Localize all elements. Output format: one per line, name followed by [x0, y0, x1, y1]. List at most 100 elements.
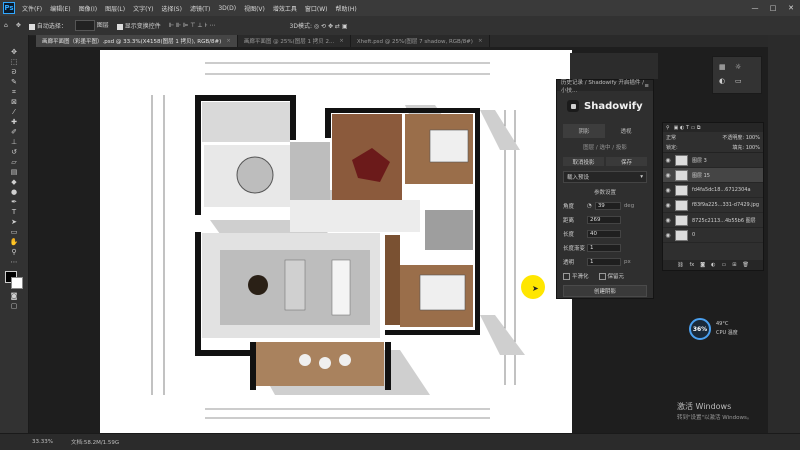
eye-icon[interactable]: ◉: [663, 217, 673, 224]
adjust-icon[interactable]: ◐: [719, 77, 725, 85]
zoom-level[interactable]: 33.33%: [32, 439, 53, 445]
document-canvas[interactable]: [100, 50, 572, 433]
zoom-tool-icon[interactable]: ⚲: [2, 247, 26, 257]
filter-icons[interactable]: ▣ ◐ T ▭ ⧉: [674, 125, 701, 131]
screen-mode-icon[interactable]: ▢: [2, 301, 26, 311]
marquee-tool-icon[interactable]: ⬚: [2, 57, 26, 67]
menu-filter[interactable]: 滤镜(T): [186, 4, 214, 13]
type-tool-icon[interactable]: T: [2, 207, 26, 217]
close-icon[interactable]: ×: [339, 38, 344, 44]
cancel-shadow-button[interactable]: 取消投影: [563, 157, 604, 166]
more-tools-icon[interactable]: ⋯: [2, 257, 26, 267]
length-input[interactable]: 40: [587, 229, 621, 238]
close-icon[interactable]: ×: [478, 38, 483, 44]
menu-select[interactable]: 选择(S): [157, 4, 186, 13]
gradient-input[interactable]: 1: [587, 243, 621, 252]
menu-edit[interactable]: 编辑(E): [46, 4, 74, 13]
adjustment-icon[interactable]: ◐: [711, 262, 715, 268]
close-icon[interactable]: ×: [226, 38, 231, 44]
home-icon[interactable]: ⌂: [4, 22, 8, 29]
blend-mode-select[interactable]: 正常: [666, 134, 676, 141]
layer-row[interactable]: ◉ 0: [663, 228, 763, 243]
menu-type[interactable]: 文字(Y): [129, 4, 157, 13]
menu-3d[interactable]: 3D(D): [214, 5, 240, 12]
move-tool-icon[interactable]: ✥: [16, 22, 21, 29]
eye-icon[interactable]: ◉: [663, 157, 673, 164]
eye-icon[interactable]: ◉: [663, 232, 673, 239]
layer-select[interactable]: 图层: [74, 20, 109, 31]
pen-tool-icon[interactable]: ✒: [2, 197, 26, 207]
quick-select-tool-icon[interactable]: ✎: [2, 77, 26, 87]
auto-select-checkbox[interactable]: 自动选择：: [28, 21, 67, 30]
gradient-tool-icon[interactable]: ▤: [2, 167, 26, 177]
tab-document-1[interactable]: 画廊平面图（彩墨平图）.psd @ 33.3%(X4158(图层 1 拷贝), …: [36, 35, 238, 47]
angle-input[interactable]: 39: [594, 201, 621, 210]
blur-tool-icon[interactable]: ◆: [2, 177, 26, 187]
link-icon[interactable]: ⛓: [677, 262, 683, 268]
tab-document-3[interactable]: Xheft.psd @ 25%(图层 7 shadow, RGB/8#) ×: [350, 35, 490, 47]
menu-window[interactable]: 窗口(W): [301, 4, 332, 13]
menu-help[interactable]: 帮助(H): [332, 4, 361, 13]
hand-tool-icon[interactable]: ✋: [2, 237, 26, 247]
mask-icon[interactable]: ◙: [700, 262, 705, 268]
history-brush-icon[interactable]: ↺: [2, 147, 26, 157]
angle-dial-icon[interactable]: ◔: [587, 203, 592, 209]
align-icons[interactable]: ⊩ ⊪ ⊫ ⊤ ⊥ ⊦ ⋯: [169, 22, 216, 29]
layer-row[interactable]: ◉ f83f9a225...331-d7429.jpg: [663, 198, 763, 213]
layer-row[interactable]: ◉ 图层 15: [663, 168, 763, 183]
eye-icon[interactable]: ◉: [663, 202, 673, 209]
tab-shadow[interactable]: 阴影: [563, 124, 605, 138]
layer-row[interactable]: ◉ fd4fa5dc18...6712304a: [663, 183, 763, 198]
3d-mode-icons[interactable]: 3D模式: ◎ ⟲ ✥ ⇄ ▣: [290, 21, 348, 30]
eyedropper-tool-icon[interactable]: ⁄: [2, 107, 26, 117]
fill-field[interactable]: 填充: 100%: [732, 144, 760, 151]
healing-brush-icon[interactable]: ✚: [2, 117, 26, 127]
menu-icon[interactable]: ≡: [644, 83, 649, 89]
shape-tool-icon[interactable]: ▭: [2, 227, 26, 237]
path-select-icon[interactable]: ➤: [2, 217, 26, 227]
layer-row[interactable]: ◉ 8725c2113...4b55b6 图层: [663, 213, 763, 228]
crop-tool-icon[interactable]: ⌗: [2, 87, 26, 97]
preset-dropdown[interactable]: 载入预设 ▾: [563, 171, 647, 183]
keep-checkbox[interactable]: 保留元: [598, 272, 624, 280]
create-shadow-button[interactable]: 创建阴影: [563, 285, 647, 297]
lightbulb-icon[interactable]: ☼: [735, 63, 741, 71]
dodge-tool-icon[interactable]: ●: [2, 187, 26, 197]
frame-tool-icon[interactable]: ⊠: [2, 97, 26, 107]
smooth-checkbox[interactable]: 平滑化: [563, 272, 589, 280]
tab-perspective[interactable]: 透视: [605, 124, 647, 138]
color-swatches[interactable]: [0, 271, 28, 291]
tab-document-2[interactable]: 画廊平面图 @ 25%(图层 1 拷贝 2... ×: [237, 35, 351, 47]
opacity-field[interactable]: 不透明度: 100%: [722, 134, 760, 141]
trash-icon[interactable]: 🗑: [742, 262, 748, 268]
panel-header[interactable]: 历史记录 / Shadowify 开启插件 / 小技... ≡: [557, 80, 653, 94]
lasso-tool-icon[interactable]: ᘐ: [2, 67, 26, 77]
minimize-icon[interactable]: —: [746, 0, 764, 16]
brush-tool-icon[interactable]: ✐: [2, 127, 26, 137]
menu-layer[interactable]: 图层(L): [101, 4, 129, 13]
search-icon[interactable]: ⚲: [666, 125, 670, 131]
folder-icon[interactable]: ▭: [722, 262, 727, 268]
layers-filter-bar[interactable]: ⚲ ▣ ◐ T ▭ ⧉: [663, 123, 763, 132]
transparency-input[interactable]: 1: [587, 257, 621, 266]
swatches-icon[interactable]: ▦: [719, 63, 726, 71]
eye-icon[interactable]: ◉: [663, 172, 673, 179]
move-tool-icon[interactable]: ✥: [2, 47, 26, 57]
close-icon[interactable]: ✕: [782, 0, 800, 16]
save-button[interactable]: 保存: [606, 157, 647, 166]
eye-icon[interactable]: ◉: [663, 187, 673, 194]
menu-image[interactable]: 图像(I): [75, 4, 101, 13]
layer-row[interactable]: ◉ 图层 3: [663, 153, 763, 168]
eraser-tool-icon[interactable]: ▱: [2, 157, 26, 167]
menu-plugins[interactable]: 增效工具: [269, 4, 301, 13]
menu-file[interactable]: 文件(F): [18, 4, 46, 13]
fx-icon[interactable]: fx: [690, 262, 695, 268]
libraries-icon[interactable]: ▭: [735, 77, 742, 85]
new-layer-icon[interactable]: ⊞: [732, 262, 736, 268]
quick-mask-icon[interactable]: ◙: [2, 291, 26, 301]
menu-view[interactable]: 视图(V): [240, 4, 269, 13]
transform-checkbox[interactable]: 显示变换控件: [116, 21, 161, 30]
maximize-icon[interactable]: □: [764, 0, 782, 16]
distance-input[interactable]: 269: [587, 215, 621, 224]
stamp-tool-icon[interactable]: ⊥: [2, 137, 26, 147]
